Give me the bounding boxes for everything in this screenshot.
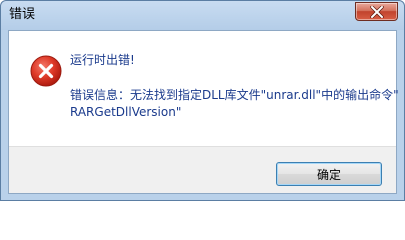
error-detail-line-1: 错误信息：无法找到指定DLL库文件"unrar.dll"中的输出命令" xyxy=(70,88,399,102)
message-area: 运行时出错! 错误信息：无法找到指定DLL库文件"unrar.dll"中的输出命… xyxy=(9,31,399,146)
error-dialog: 错误 运行时出错! 错误信息：无法找到指定DLL库文件"unrar.dll"中的… xyxy=(0,0,405,201)
close-icon xyxy=(369,5,384,18)
title-bar[interactable]: 错误 xyxy=(1,1,404,30)
error-detail: 错误信息：无法找到指定DLL库文件"unrar.dll"中的输出命令" RARG… xyxy=(70,87,399,121)
close-button[interactable] xyxy=(355,2,398,21)
error-detail-line-2: RARGetDllVersion" xyxy=(70,105,182,119)
dialog-body: 运行时出错! 错误信息：无法找到指定DLL库文件"unrar.dll"中的输出命… xyxy=(8,30,399,194)
button-bar: 确定 xyxy=(9,146,396,193)
error-icon xyxy=(30,55,62,87)
error-heading: 运行时出错! xyxy=(70,53,135,67)
window-title: 错误 xyxy=(9,7,36,22)
ok-button[interactable]: 确定 xyxy=(276,162,382,186)
